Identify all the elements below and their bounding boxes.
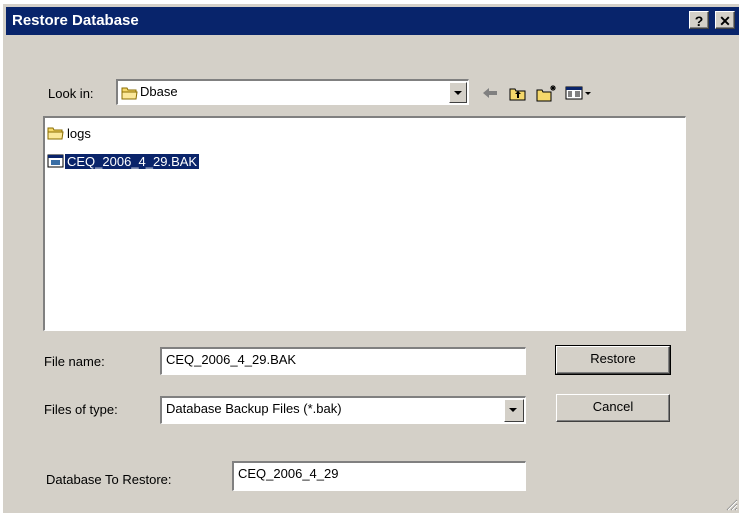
file-name-field[interactable]: CEQ_2006_4_29.BAK	[160, 347, 526, 375]
help-button[interactable]: ?	[689, 11, 709, 29]
files-of-type-value: Database Backup Files (*.bak)	[166, 401, 342, 416]
file-name-label: File name:	[44, 354, 105, 369]
backup-file-icon	[47, 154, 64, 168]
up-folder-icon[interactable]	[507, 82, 529, 104]
database-to-restore-field[interactable]: CEQ_2006_4_29	[232, 461, 526, 491]
file-list[interactable]: logs CEQ_2006_4_29.BAK	[43, 116, 686, 331]
cancel-button[interactable]: Cancel	[556, 394, 670, 422]
list-item-backup-file[interactable]: CEQ_2006_4_29.BAK	[47, 152, 201, 170]
files-of-type-dropdown-button[interactable]	[504, 399, 524, 422]
title-bar[interactable]: Restore Database ? ✕	[6, 7, 739, 35]
files-of-type-label: Files of type:	[44, 402, 118, 417]
restore-database-dialog: Restore Database ? ✕ Look in: Dbase logs…	[2, 3, 739, 513]
resize-grip-icon[interactable]	[724, 497, 738, 511]
new-folder-icon[interactable]	[534, 82, 560, 104]
back-arrow-icon[interactable]	[479, 82, 501, 104]
look-in-value: Dbase	[140, 84, 178, 99]
file-name: logs	[67, 125, 91, 141]
list-item-logs[interactable]: logs	[47, 124, 93, 142]
folder-icon	[121, 87, 138, 100]
look-in-dropdown-button[interactable]	[449, 82, 467, 103]
look-in-label: Look in:	[48, 86, 94, 101]
folder-icon	[47, 127, 64, 140]
file-name: CEQ_2006_4_29.BAK	[63, 152, 201, 170]
files-of-type-combo[interactable]: Database Backup Files (*.bak)	[160, 396, 526, 424]
close-button[interactable]: ✕	[715, 11, 735, 29]
window-title: Restore Database	[12, 12, 139, 29]
restore-button[interactable]: Restore	[555, 345, 671, 375]
database-to-restore-label: Database To Restore:	[46, 472, 172, 487]
view-menu-icon[interactable]	[564, 82, 594, 104]
look-in-combo[interactable]: Dbase	[116, 79, 469, 105]
